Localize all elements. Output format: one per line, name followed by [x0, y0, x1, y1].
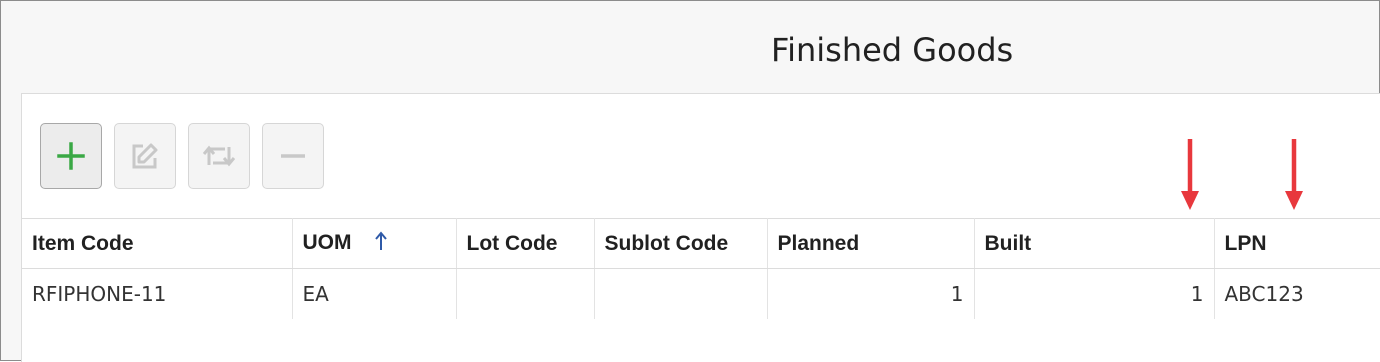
lpn-column-arrow	[1285, 139, 1303, 210]
column-header-lpn[interactable]: LPN	[1214, 218, 1380, 269]
column-header-uom[interactable]: UOM	[292, 218, 457, 269]
finished-goods-table: Item Code UOM Lot Code Sublot Code Plann…	[22, 218, 1380, 319]
built-column-arrow	[1181, 139, 1199, 210]
column-header-lot-code[interactable]: Lot Code	[456, 218, 595, 269]
column-header-sublot-code[interactable]: Sublot Code	[594, 218, 768, 269]
add-button[interactable]	[40, 123, 102, 189]
minus-icon	[281, 154, 305, 158]
cell-planned[interactable]: 1	[767, 268, 975, 319]
edit-icon	[132, 143, 158, 169]
remove-button[interactable]	[262, 123, 324, 189]
replace-button[interactable]	[188, 123, 250, 189]
finished-goods-panel: Item Code UOM Lot Code Sublot Code Plann…	[21, 93, 1380, 362]
column-header-built[interactable]: Built	[974, 218, 1215, 269]
cell-item-code[interactable]: RFIPHONE-11	[22, 268, 293, 319]
column-header-planned[interactable]: Planned	[767, 218, 975, 269]
table-row[interactable]: RFIPHONE-11 EA 1 1 ABC123	[22, 268, 1380, 319]
toolbar	[40, 123, 324, 189]
column-header-item-code[interactable]: Item Code	[22, 218, 293, 269]
table-header-row: Item Code UOM Lot Code Sublot Code Plann…	[22, 218, 1380, 269]
cell-lot-code[interactable]	[456, 268, 595, 319]
finished-goods-window: Finished Goods Item Code UOM Lot Code Su…	[0, 0, 1380, 362]
cell-sublot-code[interactable]	[594, 268, 768, 319]
page-title: Finished Goods	[771, 31, 1014, 69]
edit-button[interactable]	[114, 123, 176, 189]
plus-icon	[57, 142, 85, 170]
cell-uom[interactable]: EA	[292, 268, 457, 319]
sort-ascending-icon[interactable]	[374, 230, 388, 257]
swap-arrows-icon	[202, 145, 236, 167]
cell-lpn[interactable]: ABC123	[1214, 269, 1380, 319]
cell-built[interactable]: 1	[974, 268, 1215, 319]
